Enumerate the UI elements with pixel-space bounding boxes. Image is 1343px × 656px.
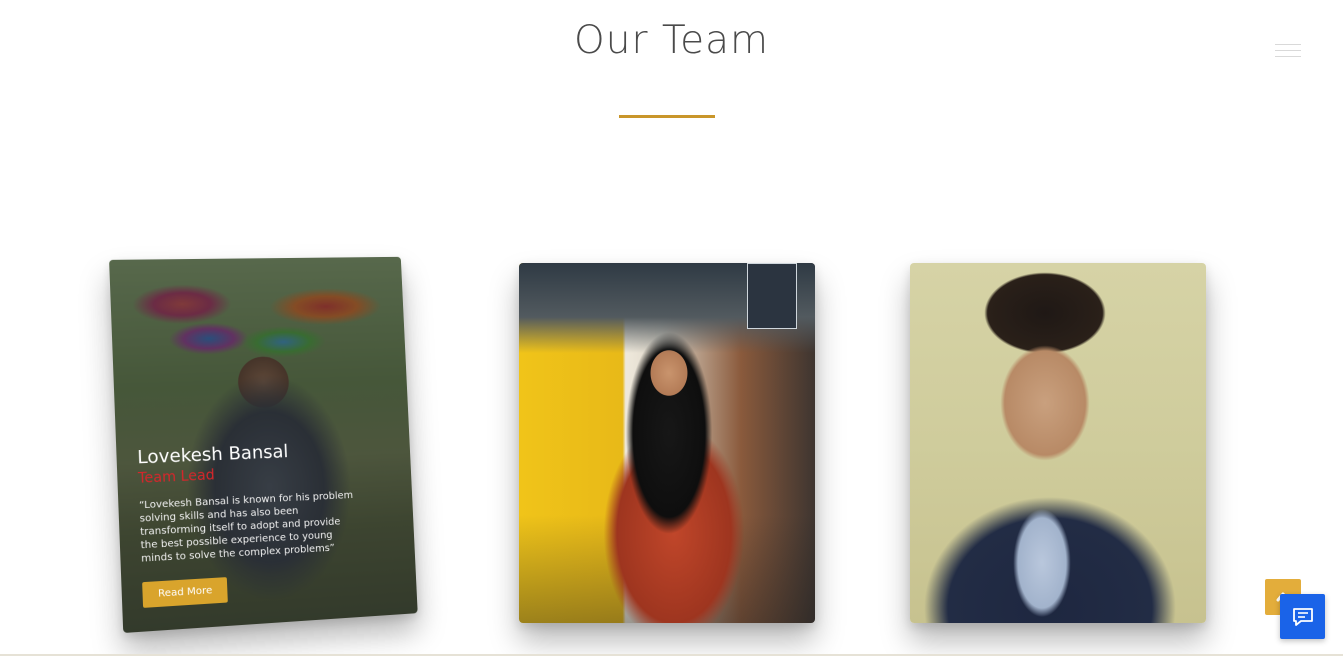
chat-button[interactable]	[1280, 594, 1325, 639]
menu-line	[1275, 50, 1301, 51]
hamburger-menu-icon[interactable]	[1275, 42, 1301, 60]
shop-sign	[747, 263, 797, 329]
menu-line	[1275, 56, 1301, 57]
read-more-button[interactable]: Read More	[142, 577, 228, 608]
section-title: Our Team	[574, 18, 769, 63]
team-section: Our Team Lovekesh Bansal Team Lead “Love…	[0, 0, 1343, 656]
chat-bubble-icon	[1293, 608, 1313, 626]
member-quote: “Lovekesh Bansal is known for his proble…	[138, 490, 354, 565]
title-divider	[619, 115, 715, 118]
menu-line	[1275, 44, 1301, 45]
team-card-3[interactable]	[910, 263, 1206, 623]
team-card-lovekesh[interactable]: Lovekesh Bansal Team Lead “Lovekesh Bans…	[109, 256, 418, 634]
member-photo	[910, 263, 1206, 623]
member-info: Lovekesh Bansal Team Lead “Lovekesh Bans…	[137, 438, 373, 608]
team-card-2[interactable]	[519, 263, 815, 623]
